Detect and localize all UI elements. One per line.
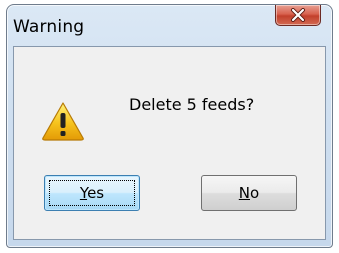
dialog-window: Warning Delete 5 feeds? Yes No: [6, 4, 333, 248]
dialog-message: Delete 5 feeds?: [129, 95, 255, 114]
yes-access-key: Y: [79, 184, 88, 202]
no-button-label: No: [239, 184, 259, 202]
no-access-key: N: [238, 184, 251, 202]
warning-icon: [41, 101, 85, 141]
close-icon: [290, 8, 306, 22]
no-button[interactable]: No: [201, 175, 297, 211]
dialog-body: Delete 5 feeds? Yes No: [13, 46, 326, 240]
no-label-rest: o: [250, 184, 260, 202]
yes-button[interactable]: Yes: [44, 175, 140, 211]
dialog-title: Warning: [13, 17, 85, 37]
yes-label-rest: es: [87, 184, 105, 202]
close-button[interactable]: [275, 5, 321, 26]
yes-button-label: Yes: [80, 184, 104, 202]
